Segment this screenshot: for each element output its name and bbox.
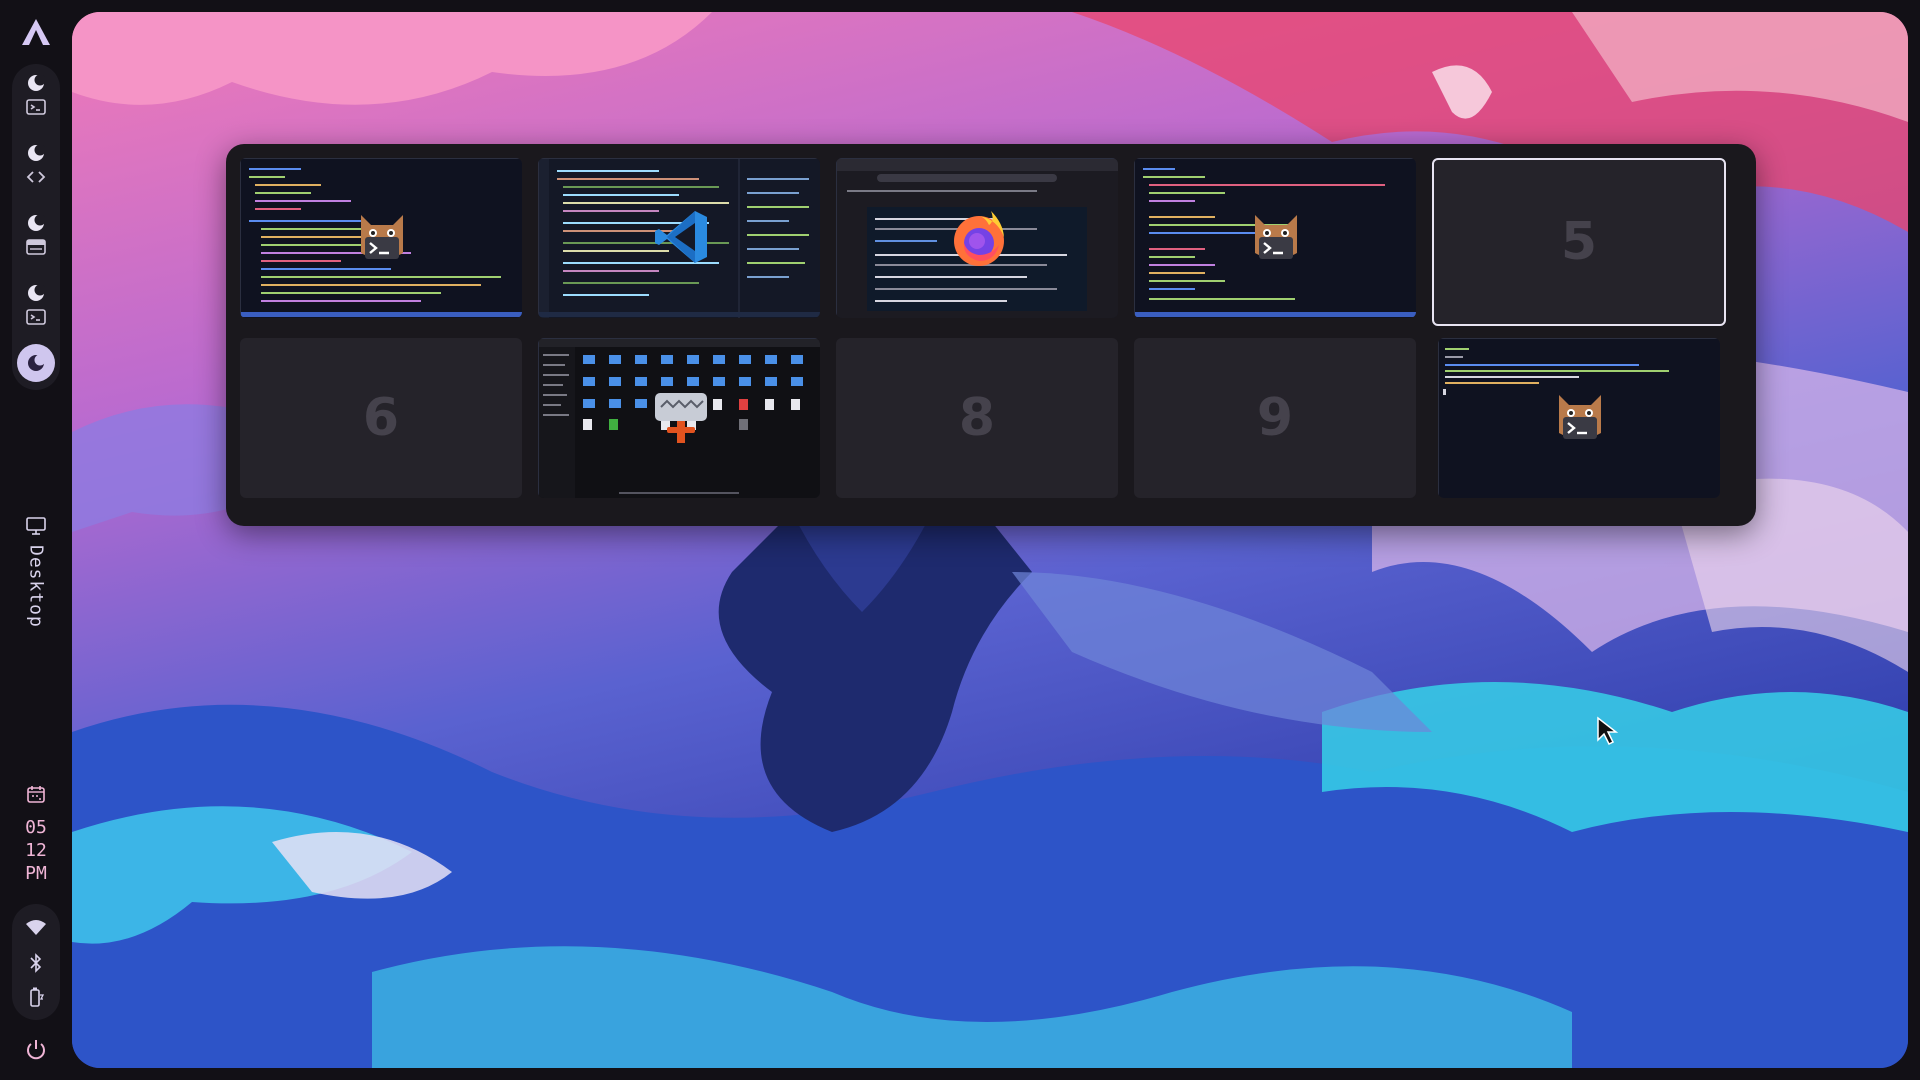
workspace-3-indicator[interactable] [12,206,60,266]
bluetooth-icon[interactable] [28,952,44,974]
system-tray [12,904,60,1020]
active-window-label: Desktop [25,545,47,628]
terminal-icon [26,309,46,325]
workspace-tile-5-active[interactable]: 5 [1432,158,1726,326]
terminal-app-icon [1559,395,1601,439]
workspace-tile-8[interactable]: 8 [836,338,1118,498]
moon-icon [28,214,45,231]
browser-window-icon [26,239,46,255]
workspace-number: 8 [958,388,996,448]
clock-minute: 12 [25,840,47,861]
calendar-icon[interactable] [26,784,46,804]
mouse-cursor-icon [1597,716,1619,746]
clock-period: PM [25,863,47,884]
terminal-window-thumbnail[interactable] [1134,158,1416,318]
moon-icon [28,284,45,301]
wifi-icon[interactable] [25,918,47,936]
workspace-overview: 5 6 8 9 [226,144,1756,526]
moon-icon [28,74,45,91]
workspace-tile-3[interactable] [836,158,1118,318]
power-icon[interactable] [25,1038,47,1060]
workspace-indicator [12,64,60,390]
desktop[interactable]: 5 6 8 9 [72,12,1908,1068]
workspace-number: 6 [362,388,400,448]
workspace-2-indicator[interactable] [12,136,60,196]
arch-logo-icon[interactable] [21,18,51,46]
moon-icon [28,144,45,161]
workspace-tile-1[interactable] [240,158,522,318]
workspace-number: 9 [1256,388,1294,448]
code-icon [26,171,46,183]
workspace-tile-2[interactable] [538,158,820,318]
sidebar: Desktop 05 12 PM [0,0,72,1080]
file-manager-app-icon [655,393,707,443]
workspace-tile-6[interactable]: 6 [240,338,522,498]
workspace-5-indicator-active[interactable] [17,344,55,382]
clock[interactable]: 05 12 PM [0,816,72,885]
monitor-icon [26,517,46,535]
vscode-app-icon [655,211,707,263]
terminal-window-thumbnail[interactable] [1438,338,1720,498]
battery-icon[interactable] [28,986,44,1008]
file-manager-window-thumbnail[interactable] [538,338,820,498]
terminal-window-thumbnail[interactable] [240,158,522,318]
firefox-window-thumbnail[interactable] [836,158,1118,318]
vscode-window-thumbnail[interactable] [538,158,820,318]
workspace-number: 5 [1560,212,1598,272]
clock-hour: 05 [25,817,47,838]
workspace-1-indicator[interactable] [12,66,60,126]
workspace-tile-7[interactable] [538,338,820,498]
workspace-4-indicator[interactable] [12,276,60,336]
workspace-tile-9[interactable]: 9 [1134,338,1416,498]
moon-icon [28,354,45,371]
workspace-tile-10[interactable] [1438,338,1720,498]
terminal-icon [26,99,46,115]
workspace-tile-4[interactable] [1134,158,1416,318]
terminal-app-icon [1255,215,1297,259]
firefox-app-icon [954,211,1004,266]
terminal-app-icon [361,215,403,259]
